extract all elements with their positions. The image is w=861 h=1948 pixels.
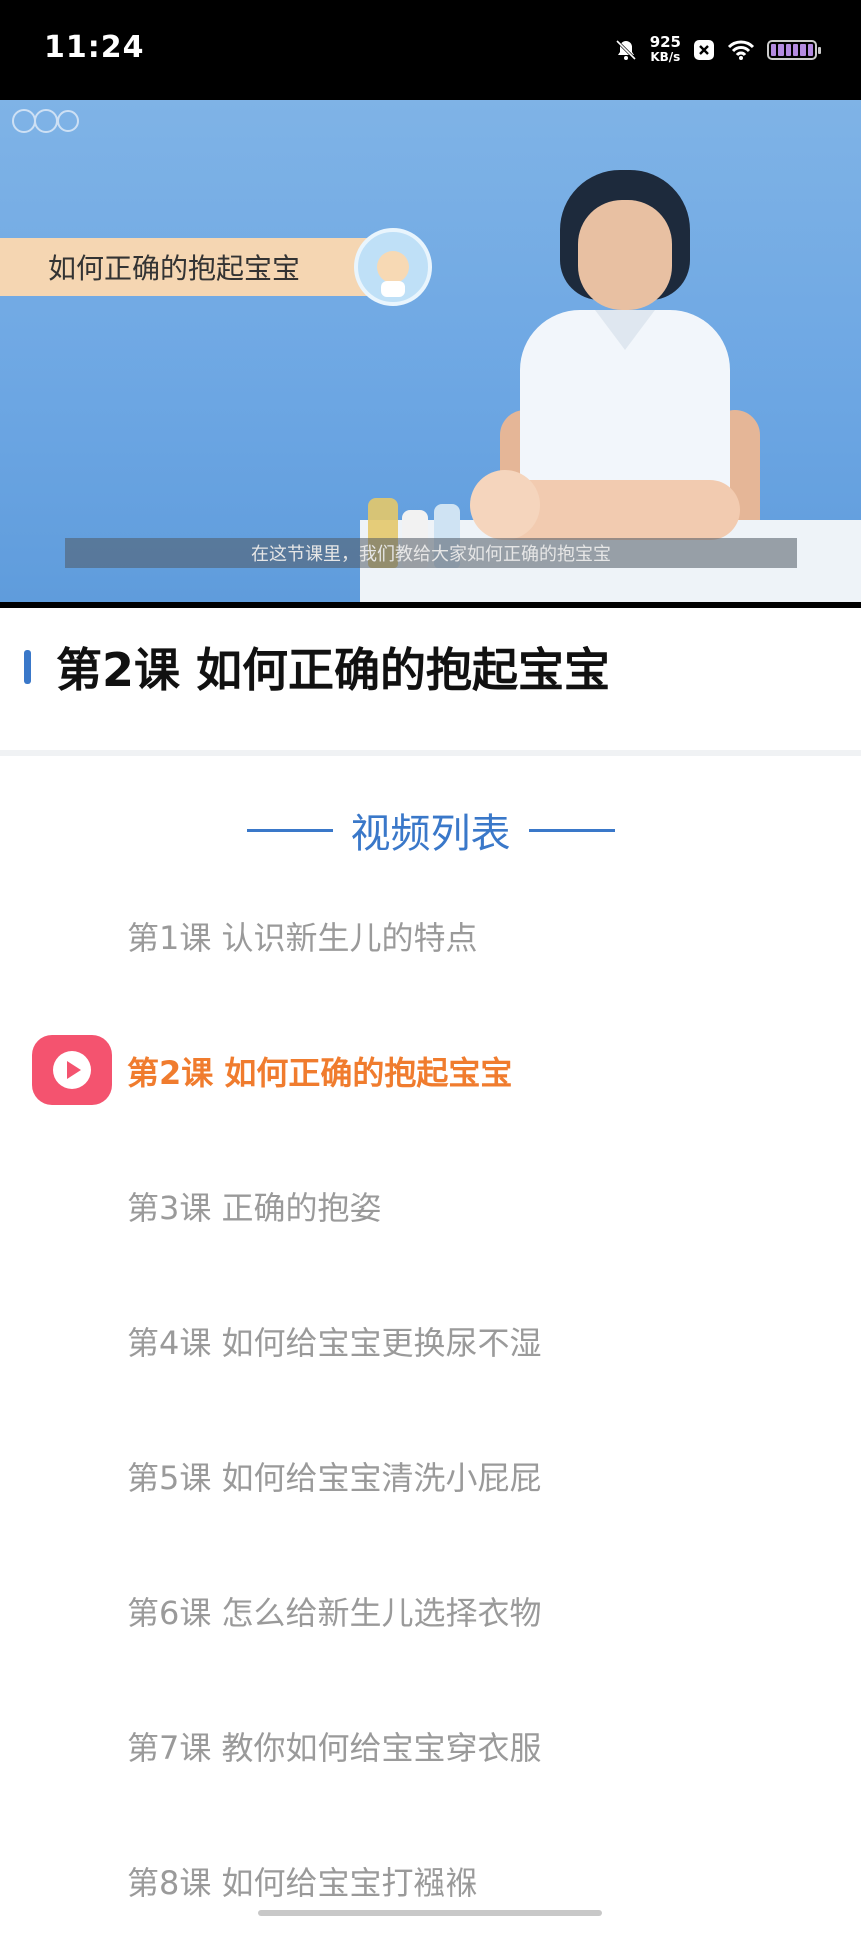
playlist-item[interactable]: 第4课 如何给宝宝更换尿不湿: [0, 1273, 861, 1408]
playlist-item-label: 第1课 认识新生儿的特点: [127, 918, 478, 957]
lesson-header: 第2课 如何正确的抱起宝宝: [0, 632, 861, 702]
home-indicator[interactable]: [258, 1910, 602, 1916]
title-accent-bar: [24, 650, 31, 684]
video-player[interactable]: 如何正确的抱起宝宝 在这节课里，我们教给大家如何正确的抱宝宝: [0, 100, 861, 602]
playlist-item[interactable]: 第8课 如何给宝宝打襁褓: [0, 1813, 861, 1948]
playlist-heading: 视频列表: [0, 800, 861, 860]
playlist-item-label: 第7课 教你如何给宝宝穿衣服: [127, 1728, 542, 1767]
playlist-item[interactable]: 第3课 正确的抱姿: [0, 1138, 861, 1273]
status-bar: 11:24 925 KB/s: [0, 0, 861, 100]
status-time: 11:24: [44, 30, 145, 65]
video-banner: 如何正确的抱起宝宝: [0, 238, 390, 296]
baby-doll-head: [470, 470, 540, 540]
video-banner-text: 如何正确的抱起宝宝: [48, 252, 301, 285]
lesson-title: 第2课 如何正确的抱起宝宝: [56, 643, 611, 697]
net-speed-value: 925: [649, 33, 681, 51]
playlist-item-label: 第4课 如何给宝宝更换尿不湿: [127, 1323, 542, 1362]
wifi-icon: [727, 40, 755, 60]
playlist-item-active[interactable]: 第2课 如何正确的抱起宝宝: [0, 1003, 861, 1138]
battery-icon: [767, 40, 821, 60]
net-speed-unit: KB/s: [650, 50, 681, 64]
play-icon: [32, 1035, 112, 1105]
section-divider: [0, 750, 861, 756]
heading-line-right: [528, 828, 615, 832]
playlist-item[interactable]: 第7课 教你如何给宝宝穿衣服: [0, 1678, 861, 1813]
net-speed: 925 KB/s: [650, 35, 681, 65]
status-icons: 925 KB/s: [614, 30, 821, 70]
playlist-item[interactable]: 第6课 怎么给新生儿选择衣物: [0, 1543, 861, 1678]
baby-avatar-icon: [354, 228, 432, 306]
playlist-item-label: 第3课 正确的抱姿: [127, 1188, 382, 1227]
playlist: 第1课 认识新生儿的特点 第2课 如何正确的抱起宝宝 第3课 正确的抱姿 第4课…: [0, 868, 861, 1948]
video-logo: [10, 106, 80, 142]
heading-line-left: [246, 828, 333, 832]
playlist-item-label: 第6课 怎么给新生儿选择衣物: [127, 1593, 542, 1632]
playlist-item[interactable]: 第5课 如何给宝宝清洗小屁屁: [0, 1408, 861, 1543]
playlist-item-label: 第2课 如何正确的抱起宝宝: [127, 1053, 513, 1092]
bell-muted-icon: [615, 39, 636, 61]
playlist-item-label: 第8课 如何给宝宝打襁褓: [127, 1863, 478, 1902]
video-progress-bar[interactable]: [0, 602, 861, 608]
playlist-heading-text: 视频列表: [350, 811, 511, 857]
playlist-item-label: 第5课 如何给宝宝清洗小屁屁: [127, 1458, 542, 1497]
video-subtitle: 在这节课里，我们教给大家如何正确的抱宝宝: [65, 538, 797, 568]
close-box-icon: [694, 40, 714, 60]
playlist-item[interactable]: 第1课 认识新生儿的特点: [0, 868, 861, 1003]
